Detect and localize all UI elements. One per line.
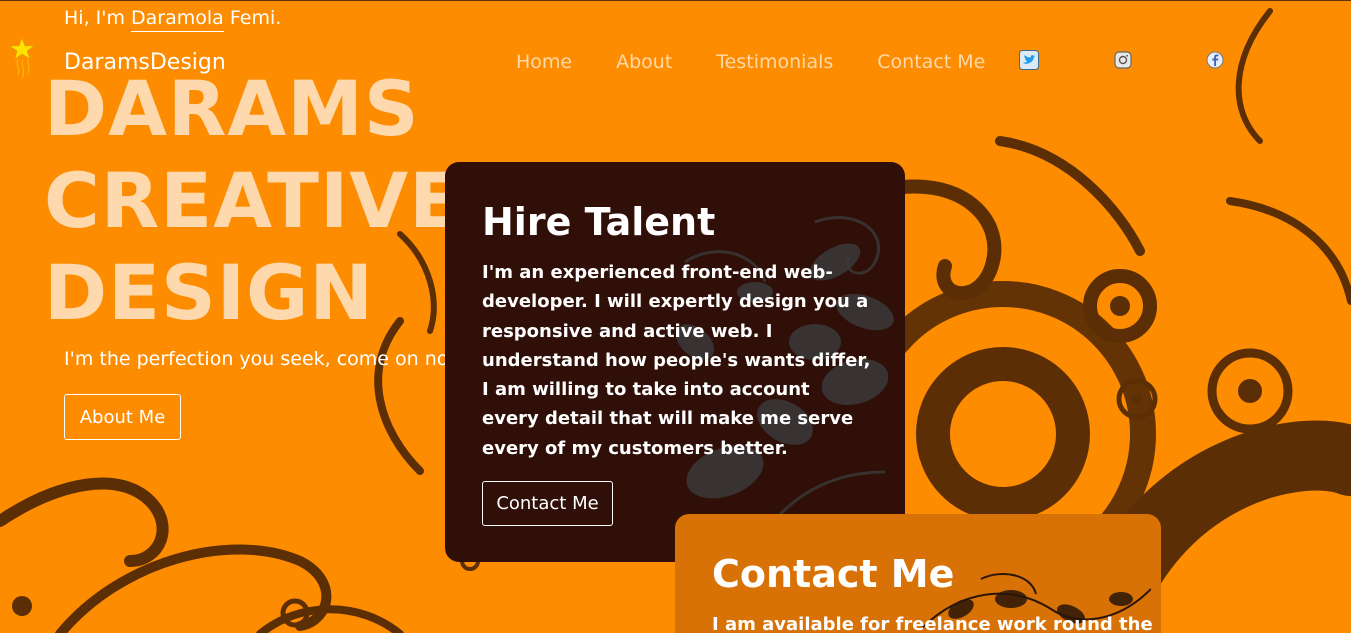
hire-talent-card: Hire Talent I'm an experienced front-end… xyxy=(445,162,905,562)
nav-item-testimonials[interactable]: Testimonials xyxy=(716,51,833,73)
greeting-name-link[interactable]: Daramola xyxy=(131,7,224,32)
contact-card-text: I am available for freelance work round … xyxy=(712,614,1153,633)
nav-item-about[interactable]: About xyxy=(616,51,672,73)
nav-item-contact-me[interactable]: Contact Me xyxy=(877,51,985,73)
facebook-icon[interactable] xyxy=(1205,50,1225,70)
hero-tagline: I'm the perfection you seek, come on now… xyxy=(64,348,472,370)
about-me-button[interactable]: About Me xyxy=(64,394,181,440)
hero-title-line-3: DESIGN xyxy=(44,248,375,337)
hero-title-line-2: CREATIVE xyxy=(44,156,462,245)
twitter-icon[interactable] xyxy=(1019,50,1039,70)
hero-title-line-1: DARAMS xyxy=(44,64,420,153)
instagram-icon[interactable] xyxy=(1113,50,1133,70)
hire-talent-text: I'm an experienced front-end web-develop… xyxy=(482,262,871,459)
nav-item-home[interactable]: Home xyxy=(516,51,572,73)
contact-card-title: Contact Me xyxy=(712,552,955,596)
hire-talent-title: Hire Talent xyxy=(482,200,716,244)
main-nav: Home About Testimonials Contact Me xyxy=(516,51,1029,73)
greeting-suffix: Femi. xyxy=(223,7,282,29)
hero-title: DARAMS CREATIVE DESIGN xyxy=(44,63,462,339)
greeting-prefix: Hi, I'm xyxy=(64,7,132,29)
greeting: Hi, I'm Daramola Femi. xyxy=(64,7,282,32)
contact-me-card: Contact Me I am available for freelance … xyxy=(675,514,1161,633)
logo-star-icon xyxy=(9,37,35,80)
contact-me-button[interactable]: Contact Me xyxy=(482,481,613,526)
